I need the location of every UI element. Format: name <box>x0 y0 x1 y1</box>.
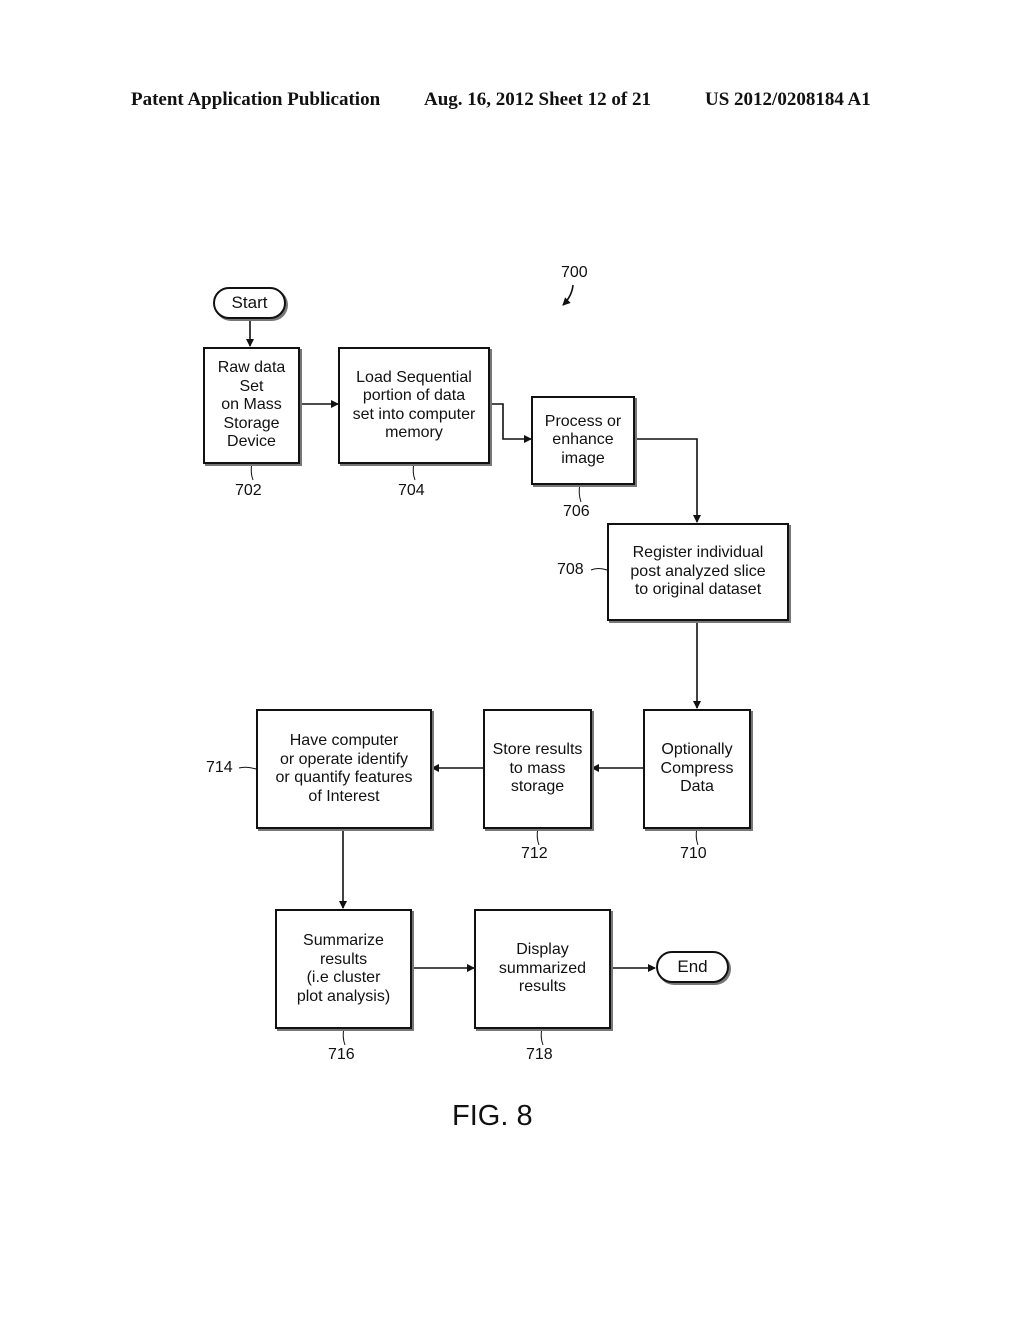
ref-712: 712 <box>521 845 548 862</box>
arrow-706-to-708 <box>634 438 701 523</box>
step-708-register-slice-box: Register individual post analyzed slice … <box>607 523 789 621</box>
step-706-process-image-box: Process or enhance image <box>531 396 635 485</box>
ref-708: 708 <box>557 561 584 578</box>
figure-caption: FIG. 8 <box>452 1100 533 1132</box>
ref-706: 706 <box>563 503 590 520</box>
ref-702: 702 <box>235 482 262 499</box>
step-710-compress-data-box: Optionally Compress Data <box>643 709 751 829</box>
step-716-summarize-results-box: Summarize results (i.e cluster plot anal… <box>275 909 412 1029</box>
figure-ref-700: 700 <box>561 264 588 281</box>
ref-716: 716 <box>328 1046 355 1063</box>
ref-710: 710 <box>680 845 707 862</box>
step-712-store-results-box: Store results to mass storage <box>483 709 592 829</box>
step-714-identify-features-box: Have computer or operate identify or qua… <box>256 709 432 829</box>
start-terminal: Start <box>213 287 286 319</box>
end-terminal: End <box>656 951 729 983</box>
arrow-704-to-706 <box>489 403 532 443</box>
ref-704: 704 <box>398 482 425 499</box>
step-718-display-results-box: Display summarized results <box>474 909 611 1029</box>
ref-718: 718 <box>526 1046 553 1063</box>
step-702-raw-data-box: Raw data Set on Mass Storage Device <box>203 347 300 464</box>
ref-714: 714 <box>206 759 233 776</box>
ref-700-pointer <box>562 284 574 306</box>
step-704-load-sequential-box: Load Sequential portion of data set into… <box>338 347 490 464</box>
